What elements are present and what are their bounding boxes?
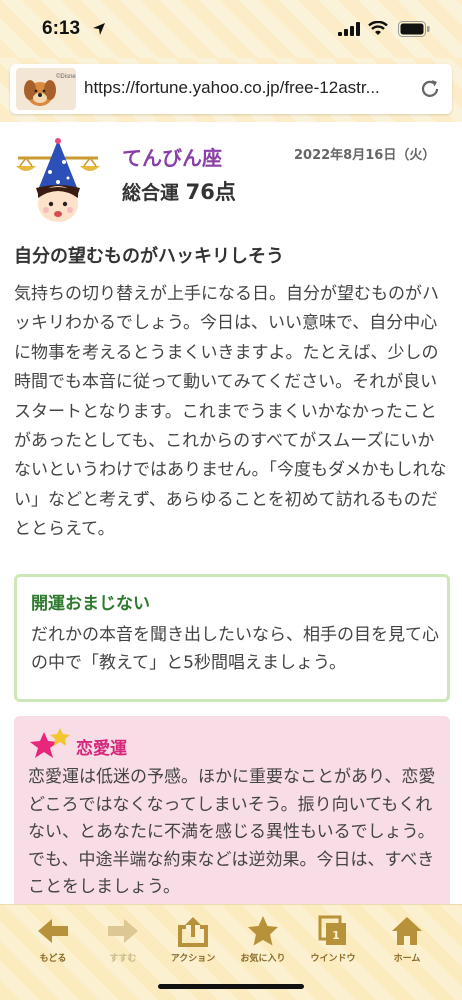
action-button[interactable]: アクション [158, 915, 228, 973]
score-label: 総合運 [122, 182, 180, 204]
back-label: もどる [39, 954, 67, 964]
status-time: 6:13 [42, 18, 81, 39]
windows-count: 1 [332, 929, 340, 942]
status-bar: 6:13 [0, 0, 462, 58]
share-icon [178, 917, 208, 947]
forward-button[interactable]: すすむ [88, 915, 158, 973]
forward-arrow-icon [108, 919, 138, 943]
love-fortune-text: 恋愛運は低迷の予感。ほかに重要なことがあり、恋愛どころではなくなってしまいそう。… [28, 767, 436, 897]
windows-label: ウインドウ [310, 954, 356, 964]
home-icon [392, 917, 422, 945]
fortune-body: 気持ちの切り替えが上手になる日。自分が望むものがハッキリわかるでしょう。今日は、… [14, 284, 447, 540]
love-fortune-box: 恋愛運 恋愛運は低迷の予感。ほかに重要なことがあり、恋愛どころではなくなってしま… [14, 716, 450, 916]
windows-button[interactable]: 1 ウインドウ [298, 915, 368, 973]
sign-name: てんびん座 [122, 146, 222, 170]
dog-character-icon: ©Disney [24, 73, 76, 106]
site-favicon: ©Disney [16, 68, 76, 110]
fortune-date: 2022年8月16日（火） [294, 148, 436, 163]
favorites-button[interactable]: お気に入り [228, 915, 298, 973]
location-arrow-icon [93, 23, 105, 35]
cellular-signal-icon [338, 22, 360, 36]
home-indicator [158, 984, 304, 989]
lucky-charm-title: 開運おまじない [31, 594, 150, 614]
lucky-charm-box: 開運おまじない だれかの本音を聞き出したいなら、相手の目を見て心の中で「教えて」… [14, 574, 450, 702]
address-bar[interactable]: ©Disney https://fortune.yahoo.co.jp/free… [10, 64, 452, 114]
score-value: 76点 [185, 180, 236, 204]
windows-icon: 1 [318, 915, 346, 945]
favorites-label: お気に入り [240, 954, 286, 964]
libra-character-icon [16, 138, 100, 222]
home-button[interactable]: ホーム [372, 915, 442, 973]
star-icon [248, 916, 278, 946]
back-button[interactable]: もどる [18, 915, 88, 973]
action-label: アクション [170, 954, 216, 964]
url-text[interactable]: https://fortune.yahoo.co.jp/free-12astr.… [84, 78, 414, 98]
fortune-headline: 自分の望むものがハッキリしそう [14, 246, 284, 267]
home-label: ホーム [393, 954, 421, 964]
svg-text:©Disney: ©Disney [56, 73, 76, 80]
love-fortune-title: 恋愛運 [76, 739, 127, 759]
forward-label: すすむ [109, 954, 137, 964]
battery-icon [398, 21, 430, 37]
stars-icon [30, 728, 70, 758]
lucky-charm-text: だれかの本音を聞き出したいなら、相手の目を見て心の中で「教えて」と5秒間唱えまし… [31, 625, 439, 673]
back-arrow-icon [38, 919, 68, 943]
browser-toolbar: ©Disney https://fortune.yahoo.co.jp/free… [0, 58, 462, 122]
reload-icon[interactable] [418, 77, 442, 101]
wifi-icon [368, 21, 388, 35]
overall-score: 総合運 76点 [122, 176, 236, 206]
